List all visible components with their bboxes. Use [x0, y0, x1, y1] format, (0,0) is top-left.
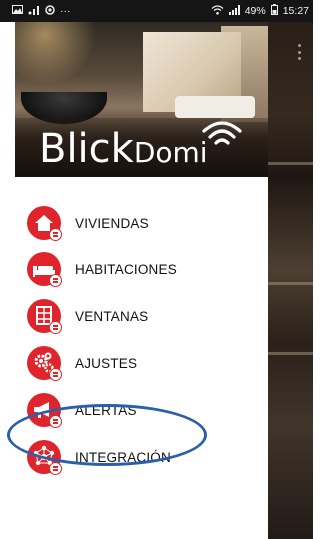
- status-bar-left: ···: [12, 4, 71, 18]
- image-icon: [12, 5, 23, 17]
- app-background-content[interactable]: [268, 22, 313, 539]
- wifi-icon: [211, 4, 224, 18]
- gears-icon: [27, 346, 62, 381]
- status-bar: ··· 49% 15:27: [0, 0, 313, 22]
- menu-item-label: VIVIENDAS: [75, 215, 149, 231]
- menu-item-label: VENTANAS: [75, 308, 149, 324]
- menu-item-label: AJUSTES: [75, 355, 138, 371]
- dim-overlay: [268, 22, 313, 539]
- clock-time: 15:27: [282, 5, 309, 17]
- status-bar-right: 49% 15:27: [211, 4, 309, 18]
- signal-bars-icon: [28, 5, 40, 18]
- menu-item-viviendas[interactable]: VIVIENDAS: [15, 200, 268, 246]
- menu-item-habitaciones[interactable]: HABITACIONES: [15, 246, 268, 292]
- app-logo: BlickDomi: [39, 129, 208, 169]
- highlight-annotation: [7, 404, 207, 466]
- window-icon: [27, 299, 62, 334]
- menu-item-label: HABITACIONES: [75, 261, 177, 277]
- circle-icon: [45, 4, 55, 18]
- drawer-header: BlickDomi: [15, 22, 268, 177]
- house-icon: [27, 206, 62, 241]
- logo-text-domi: Domi: [133, 136, 208, 169]
- header-photo-lights: [15, 22, 115, 82]
- cell-signal-icon: [228, 4, 240, 18]
- overflow-menu-icon[interactable]: [298, 44, 301, 60]
- battery-percent: 49%: [244, 5, 266, 17]
- battery-icon: [270, 4, 278, 18]
- wifi-signal-icon: [202, 121, 242, 145]
- more-dots-icon: ···: [60, 5, 71, 17]
- menu-item-ajustes[interactable]: AJUSTES: [15, 340, 268, 386]
- logo-text-blick: Blick: [39, 126, 134, 172]
- header-photo-sofa: [175, 96, 255, 118]
- menu-item-ventanas[interactable]: VENTANAS: [15, 293, 268, 339]
- bed-icon: [27, 252, 62, 287]
